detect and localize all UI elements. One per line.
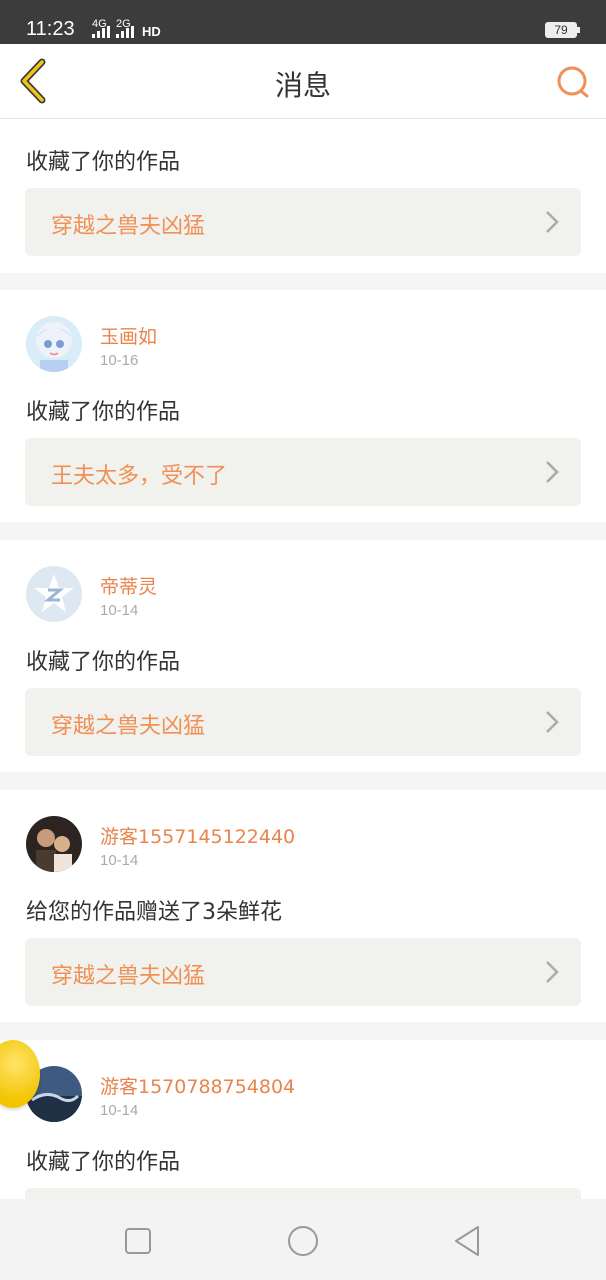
message-item: 游客1570788754804 10-14 收藏了你的作品 — [0, 1040, 606, 1199]
avatar[interactable] — [26, 316, 82, 372]
chevron-right-icon — [546, 211, 559, 233]
message-action-text: 收藏了你的作品 — [26, 650, 181, 675]
top-nav-bar: 消息 — [0, 44, 606, 119]
message-date: 10-14 — [100, 602, 139, 619]
search-icon[interactable] — [554, 64, 592, 100]
message-date: 10-16 — [100, 352, 139, 369]
message-list[interactable]: 收藏了你的作品 穿越之兽夫凶猛 玉画如 10-16 收藏了你的作品 王夫太多，受… — [0, 119, 606, 1199]
message-action-text: 给您的作品赠送了3朵鲜花 — [26, 900, 282, 925]
work-title: 穿越之兽夫凶猛 — [51, 214, 206, 239]
message-date: 10-14 — [100, 852, 139, 869]
work-link[interactable] — [25, 1188, 581, 1199]
hd-badge: HD — [142, 24, 161, 39]
message-action-text: 收藏了你的作品 — [26, 400, 181, 425]
status-time: 11:23 — [26, 18, 75, 40]
chevron-right-icon — [546, 711, 559, 733]
message-item: 帝蒂灵 10-14 收藏了你的作品 穿越之兽夫凶猛 — [0, 540, 606, 772]
home-icon[interactable] — [283, 1221, 323, 1261]
back-icon[interactable] — [448, 1221, 488, 1261]
status-bar: 11:23 4G 2G HD 79 — [0, 0, 606, 44]
chevron-right-icon — [546, 961, 559, 983]
work-link[interactable]: 穿越之兽夫凶猛 — [25, 938, 581, 1006]
message-item: 收藏了你的作品 穿越之兽夫凶猛 — [0, 119, 606, 273]
message-date: 10-14 — [100, 1102, 139, 1119]
work-link[interactable]: 王夫太多，受不了 — [25, 438, 581, 506]
message-item: 游客1557145122440 10-14 给您的作品赠送了3朵鲜花 穿越之兽夫… — [0, 790, 606, 1022]
qzone-star-icon — [26, 566, 82, 622]
system-nav-bar — [0, 1199, 606, 1280]
battery-icon: 79 — [545, 22, 580, 38]
work-title: 穿越之兽夫凶猛 — [51, 964, 206, 989]
chevron-right-icon — [546, 461, 559, 483]
work-title: 王夫太多，受不了 — [51, 464, 228, 489]
message-item: 玉画如 10-16 收藏了你的作品 王夫太多，受不了 — [0, 290, 606, 522]
message-action-text: 收藏了你的作品 — [26, 150, 181, 175]
username[interactable]: 帝蒂灵 — [100, 572, 157, 599]
signal-icon — [116, 26, 134, 38]
anime-girl-avatar-icon — [26, 316, 82, 372]
work-link[interactable]: 穿越之兽夫凶猛 — [25, 688, 581, 756]
username[interactable]: 游客1557145122440 — [100, 822, 295, 849]
work-title: 穿越之兽夫凶猛 — [51, 714, 206, 739]
avatar[interactable] — [26, 816, 82, 872]
avatar[interactable] — [26, 566, 82, 622]
work-link[interactable]: 穿越之兽夫凶猛 — [25, 188, 581, 256]
username[interactable]: 游客1570788754804 — [100, 1072, 295, 1099]
signal-icon — [92, 26, 110, 38]
photo-avatar-icon — [26, 816, 82, 872]
username[interactable]: 玉画如 — [100, 322, 157, 349]
recent-apps-icon[interactable] — [118, 1221, 158, 1261]
page-title: 消息 — [274, 69, 331, 102]
message-action-text: 收藏了你的作品 — [26, 1150, 181, 1175]
